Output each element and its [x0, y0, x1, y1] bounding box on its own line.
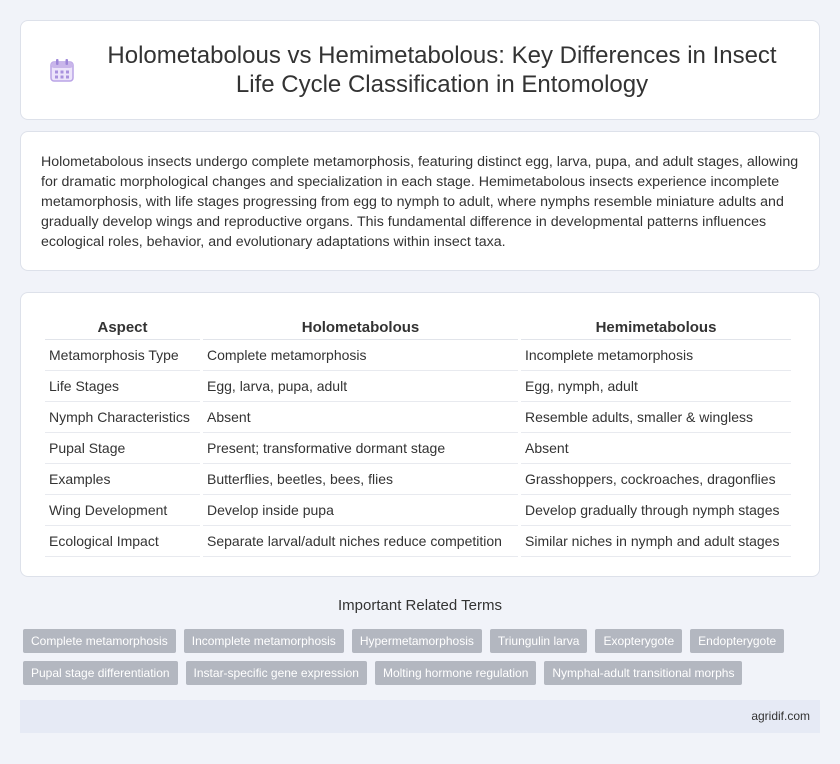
related-terms-list: Complete metamorphosis Incomplete metamo… — [23, 629, 823, 685]
table-cell-aspect: Nymph Characteristics — [45, 402, 200, 433]
table-cell-hemimetabolous: Egg, nymph, adult — [521, 371, 791, 402]
table-cell-holometabolous: Egg, larva, pupa, adult — [203, 371, 518, 402]
table-cell-holometabolous: Present; transformative dormant stage — [203, 433, 518, 464]
table-cell-holometabolous: Butterflies, beetles, bees, flies — [203, 464, 518, 495]
table-cell-holometabolous: Absent — [203, 402, 518, 433]
table-cell-aspect: Examples — [45, 464, 200, 495]
calendar-icon — [48, 56, 76, 84]
table-row: Examples Butterflies, beetles, bees, fli… — [45, 464, 791, 495]
header-aspect: Aspect — [45, 311, 200, 340]
table-header-row: Aspect Holometabolous Hemimetabolous — [45, 311, 791, 340]
table-cell-holometabolous: Separate larval/adult niches reduce comp… — [203, 526, 518, 557]
table-cell-hemimetabolous: Similar niches in nymph and adult stages — [521, 526, 791, 557]
table-cell-aspect: Wing Development — [45, 495, 200, 526]
table-row: Pupal Stage Present; transformative dorm… — [45, 433, 791, 464]
related-term-tag[interactable]: Pupal stage differentiation — [23, 661, 178, 685]
table-row: Metamorphosis Type Complete metamorphosi… — [45, 340, 791, 371]
related-term-tag[interactable]: Exopterygote — [595, 629, 683, 653]
table-cell-hemimetabolous: Develop gradually through nymph stages — [521, 495, 791, 526]
intro-paragraph: Holometabolous insects undergo complete … — [41, 154, 799, 250]
table-row: Wing Development Develop inside pupa Dev… — [45, 495, 791, 526]
page-title: Holometabolous vs Hemimetabolous: Key Di… — [107, 42, 777, 98]
related-term-tag[interactable]: Hypermetamorphosis — [351, 629, 482, 653]
table-cell-aspect: Life Stages — [45, 371, 200, 402]
table-row: Ecological Impact Separate larval/adult … — [45, 526, 791, 557]
related-term-tag[interactable]: Molting hormone regulation — [374, 661, 537, 685]
table-cell-hemimetabolous: Absent — [521, 433, 791, 464]
related-term-tag[interactable]: Complete metamorphosis — [23, 629, 176, 653]
table-cell-aspect: Ecological Impact — [45, 526, 200, 557]
table-cell-aspect: Metamorphosis Type — [45, 340, 200, 371]
related-term-tag[interactable]: Incomplete metamorphosis — [183, 629, 344, 653]
related-terms-title: Important Related Terms — [338, 597, 502, 614]
table-row: Life Stages Egg, larva, pupa, adult Egg,… — [45, 371, 791, 402]
table-cell-hemimetabolous: Grasshoppers, cockroaches, dragonflies — [521, 464, 791, 495]
table-cell-aspect: Pupal Stage — [45, 433, 200, 464]
header-card: Holometabolous vs Hemimetabolous: Key Di… — [20, 20, 820, 120]
title-wrap: Holometabolous vs Hemimetabolous: Key Di… — [48, 41, 792, 99]
intro-card: Holometabolous insects undergo complete … — [20, 131, 820, 271]
header-holometabolous: Holometabolous — [203, 311, 518, 340]
table-cell-hemimetabolous: Incomplete metamorphosis — [521, 340, 791, 371]
table-cell-hemimetabolous: Resemble adults, smaller & wingless — [521, 402, 791, 433]
table-cell-holometabolous: Complete metamorphosis — [203, 340, 518, 371]
comparison-table-card: Aspect Holometabolous Hemimetabolous Met… — [20, 292, 820, 577]
footer-site-link[interactable]: agridif.com — [751, 709, 810, 723]
footer-bar: agridif.com — [20, 700, 820, 733]
header-hemimetabolous: Hemimetabolous — [521, 311, 791, 340]
related-term-tag[interactable]: Instar-specific gene expression — [185, 661, 367, 685]
table-cell-holometabolous: Develop inside pupa — [203, 495, 518, 526]
related-term-tag[interactable]: Nymphal-adult transitional morphs — [544, 661, 743, 685]
comparison-table: Aspect Holometabolous Hemimetabolous Met… — [42, 311, 794, 557]
related-term-tag[interactable]: Triungulin larva — [489, 629, 588, 653]
related-term-tag[interactable]: Endopterygote — [690, 629, 785, 653]
table-row: Nymph Characteristics Absent Resemble ad… — [45, 402, 791, 433]
